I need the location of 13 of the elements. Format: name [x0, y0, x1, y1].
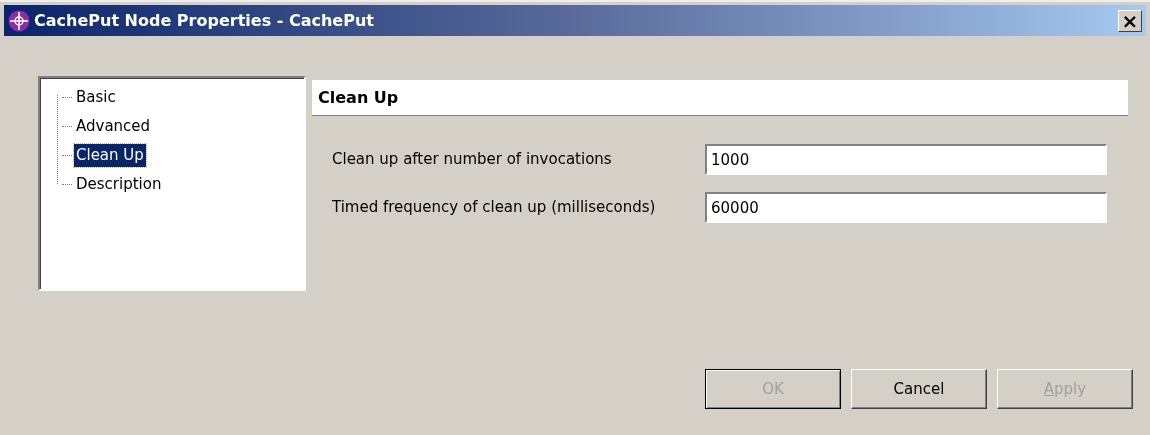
window-title: CachePut Node Properties - CachePut: [34, 9, 374, 32]
app-icon: [8, 9, 30, 32]
input-field[interactable]: 1000: [705, 144, 1107, 175]
field-label: Clean up after number of invocations: [332, 149, 613, 171]
field-label: Timed frequency of clean up (milliseconds): [332, 197, 657, 219]
dialog-button[interactable]: Cancel: [851, 369, 987, 409]
tree-item[interactable]: Clean Up: [74, 144, 146, 167]
tree-item[interactable]: Basic: [74, 86, 118, 109]
tree-item[interactable]: Advanced: [74, 115, 153, 138]
section-header: Clean Up: [312, 80, 1128, 116]
tree-item[interactable]: Description: [74, 173, 164, 196]
close-button[interactable]: ×: [1118, 9, 1142, 32]
input-field[interactable]: 60000: [705, 192, 1107, 223]
